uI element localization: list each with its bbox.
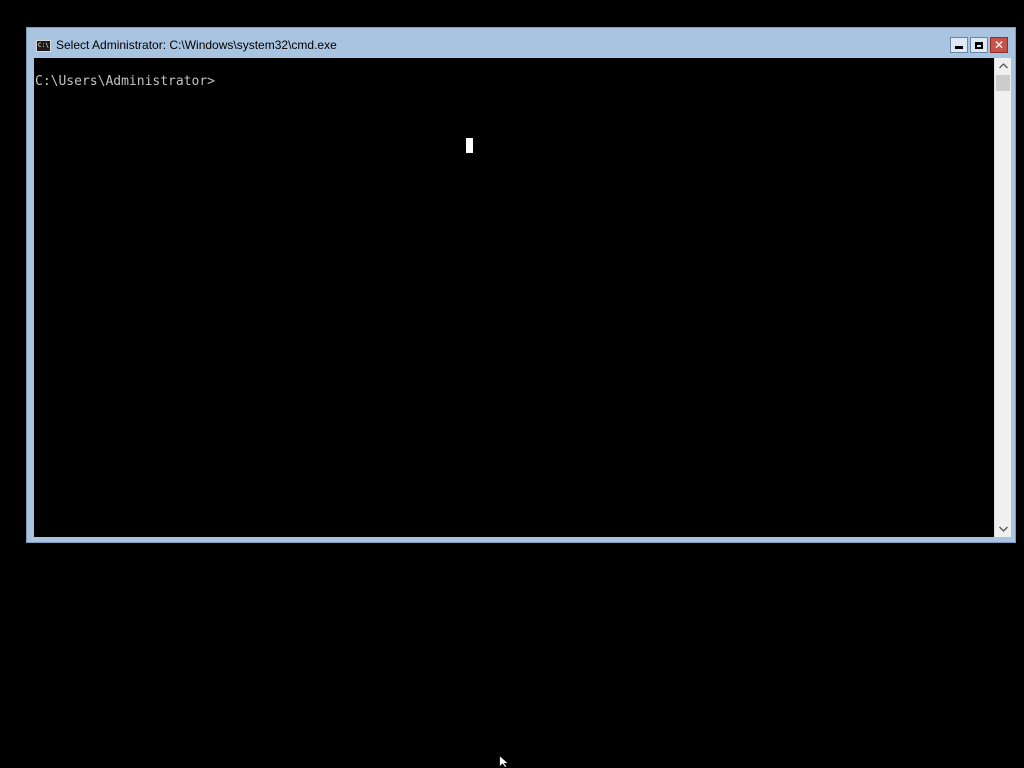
scroll-thumb[interactable] xyxy=(996,75,1010,91)
console-output[interactable]: C:\Users\Administrator> xyxy=(34,58,994,537)
vertical-scrollbar[interactable] xyxy=(994,58,1011,537)
text-cursor xyxy=(466,138,473,153)
minimize-icon xyxy=(955,45,963,49)
scroll-down-button[interactable] xyxy=(995,521,1011,537)
chevron-up-icon xyxy=(998,63,1008,69)
scroll-up-button[interactable] xyxy=(995,58,1011,74)
chevron-down-icon xyxy=(998,526,1008,532)
mouse-pointer-icon xyxy=(499,755,510,768)
window-title: Select Administrator: C:\Windows\system3… xyxy=(56,38,337,52)
close-icon: ✕ xyxy=(993,38,1005,52)
cmd-app-icon[interactable]: C:\. xyxy=(36,40,51,52)
title-bar[interactable]: C:\. Select Administrator: C:\Windows\sy… xyxy=(27,28,1015,58)
cmd-window: C:\. Select Administrator: C:\Windows\sy… xyxy=(26,27,1016,543)
maximize-icon xyxy=(975,41,983,49)
minimize-button[interactable] xyxy=(950,37,968,53)
desktop: C:\. Select Administrator: C:\Windows\sy… xyxy=(0,0,1024,768)
close-button[interactable]: ✕ xyxy=(990,37,1008,53)
command-prompt: C:\Users\Administrator> xyxy=(35,74,216,89)
maximize-button[interactable] xyxy=(970,37,988,53)
